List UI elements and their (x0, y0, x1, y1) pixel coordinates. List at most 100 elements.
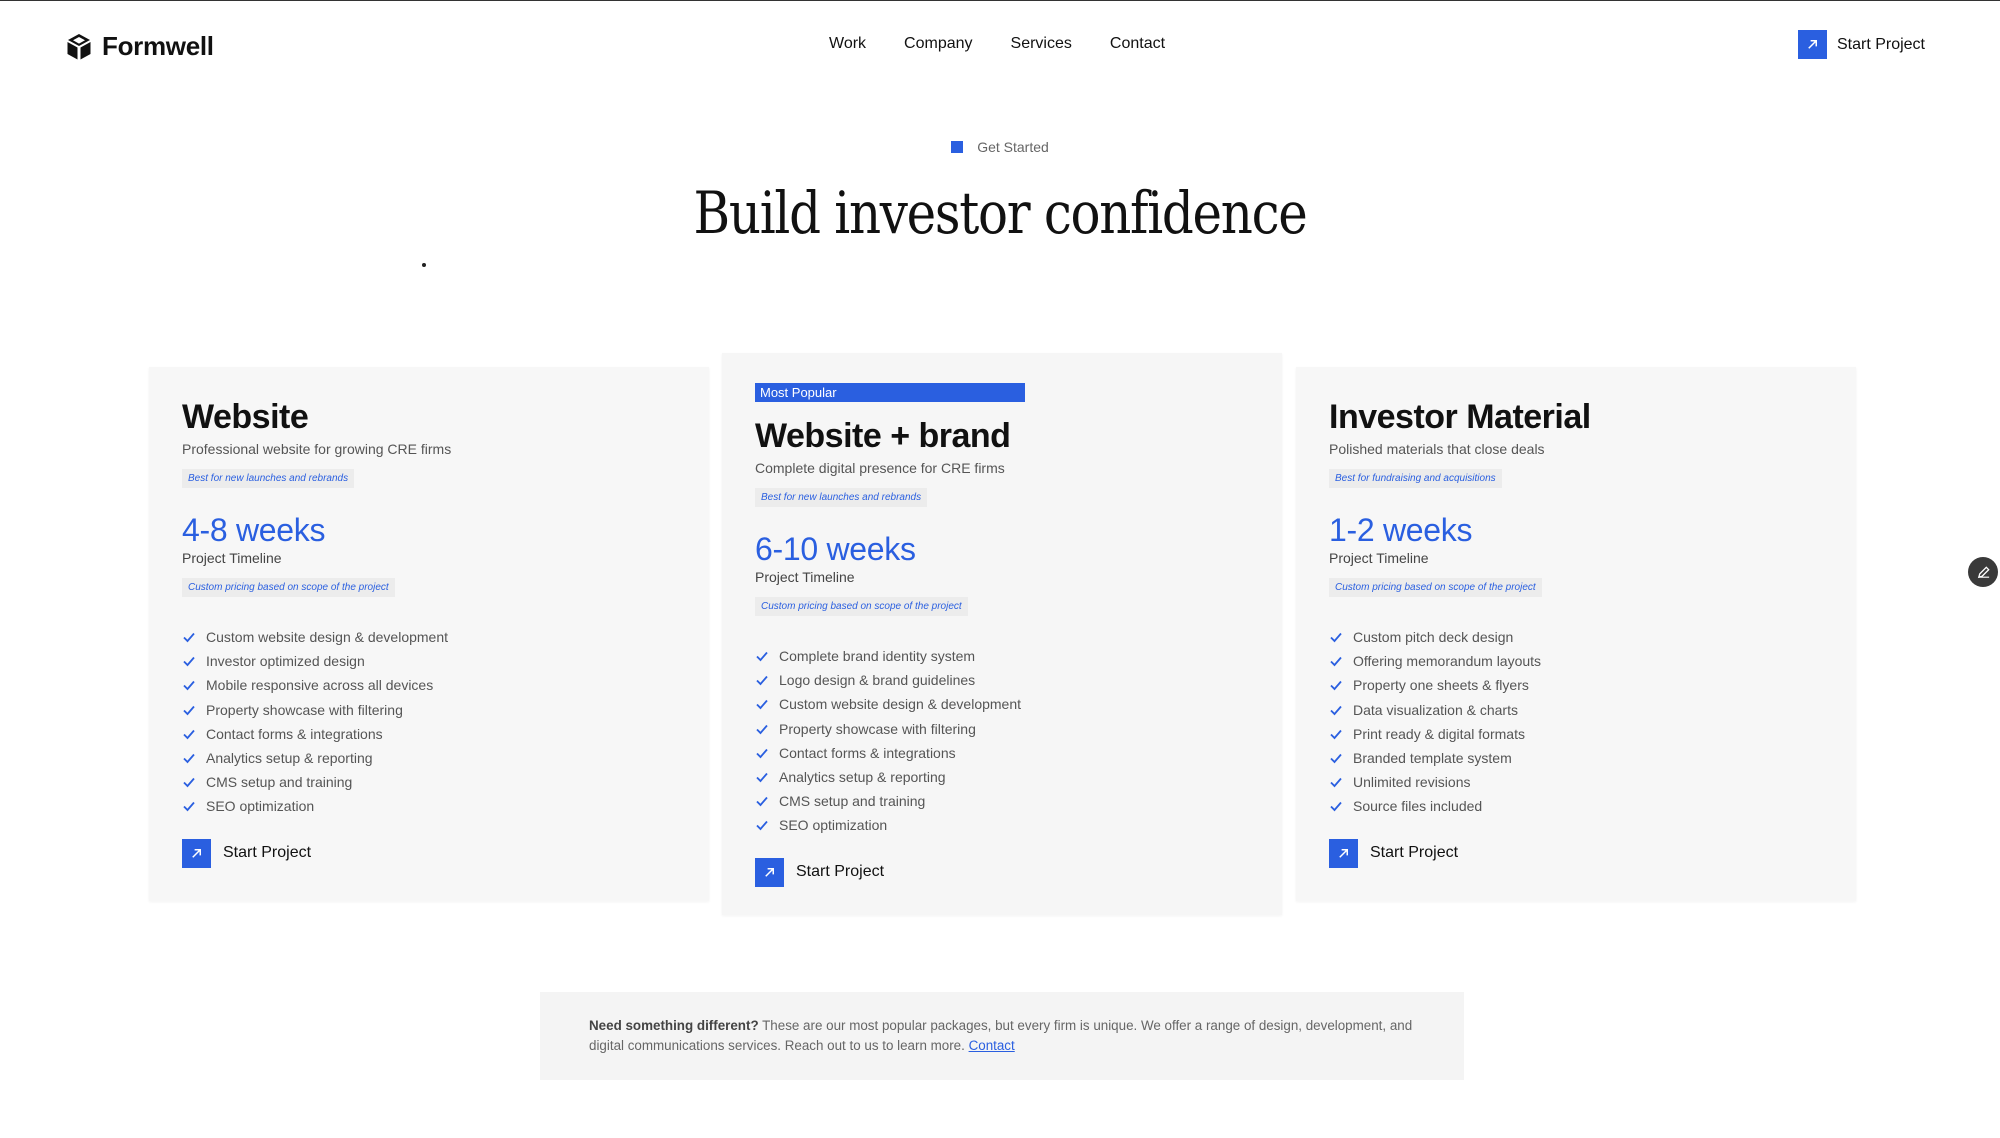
arrow-up-right-icon (1797, 30, 1827, 59)
feature-item: Property one sheets & flyers (1329, 673, 1826, 697)
feature-item: Custom website design & development (755, 692, 1252, 716)
feature-item: Custom pitch deck design (1329, 625, 1826, 649)
feature-label: Contact forms & integrations (206, 725, 383, 742)
feature-item: Data visualization & charts (1329, 698, 1826, 722)
feature-label: CMS setup and training (779, 793, 926, 810)
check-icon (183, 681, 195, 691)
feature-item: Analytics setup & reporting (182, 746, 679, 770)
check-icon (1330, 681, 1342, 691)
card-subtitle: Complete digital presence for CRE firms (755, 460, 1005, 476)
nav-item-contact[interactable]: Contact (1110, 35, 1165, 53)
card-title: Website + brand (755, 417, 1011, 455)
check-icon (183, 705, 195, 715)
feature-label: Data visualization & charts (1353, 701, 1518, 718)
feature-label: Offering memorandum layouts (1353, 653, 1542, 670)
arrow-up-right-icon (755, 857, 784, 887)
check-icon (183, 633, 195, 643)
feature-label: Contact forms & integrations (779, 744, 956, 761)
feature-list: Complete brand identity system Logo desi… (755, 644, 1252, 838)
feature-item: Offering memorandum layouts (1329, 649, 1826, 673)
feature-item: Unlimited revisions (1329, 770, 1826, 794)
nav-item-company[interactable]: Company (904, 35, 972, 53)
brand-name: Formwell (102, 31, 214, 61)
feature-item: CMS setup and training (755, 789, 1252, 813)
feature-item: Investor optimized design (182, 649, 679, 673)
check-icon (1330, 778, 1342, 788)
card-subtitle: Professional website for growing CRE fir… (182, 441, 452, 457)
feature-label: Custom website design & development (779, 696, 1022, 713)
check-icon (1330, 729, 1342, 740)
check-icon (1330, 705, 1342, 715)
feature-label: Property showcase with filtering (779, 720, 976, 737)
card-subtitle: Polished materials that close deals (1329, 441, 1545, 457)
card-timeline: 4-8 weeks (182, 512, 326, 548)
card-timeline: 6-10 weeks (755, 531, 916, 567)
nav-item-work[interactable]: Work (829, 35, 866, 53)
check-icon (1330, 802, 1342, 812)
check-icon (183, 657, 195, 667)
card-chip: Best for new launches and rebrands (182, 469, 355, 488)
check-icon (756, 724, 768, 734)
check-icon (1330, 753, 1342, 764)
note-contact-link[interactable]: Contact (969, 1038, 1015, 1053)
feature-label: Property showcase with filtering (206, 701, 403, 718)
pricing-card-website-brand: Most Popular Website + brand Complete di… (722, 353, 1282, 915)
start-project-label: Start Project (1370, 844, 1459, 861)
header-start-project-button[interactable]: Start Project (1797, 30, 1925, 59)
start-project-button[interactable]: Start Project (755, 857, 1252, 887)
card-timeline-label: Project Timeline (1329, 550, 1429, 566)
header-cta-label: Start Project (1836, 35, 1925, 53)
check-icon (756, 676, 768, 686)
feature-item: SEO optimization (755, 813, 1252, 837)
edit-floating-button[interactable] (1968, 557, 1998, 587)
eyebrow-text: Get Started (977, 139, 1049, 155)
feature-item: Print ready & digital formats (1329, 722, 1826, 746)
eyebrow-square-icon (951, 141, 964, 153)
card-timeline-label: Project Timeline (755, 569, 855, 585)
nav-item-services[interactable]: Services (1011, 35, 1072, 53)
feature-label: Custom pitch deck design (1353, 629, 1514, 646)
feature-label: Analytics setup & reporting (779, 769, 946, 786)
check-icon (183, 753, 195, 764)
brand-logo[interactable]: Formwell (66, 31, 214, 62)
card-pricing-note: Custom pricing based on scope of the pro… (755, 597, 968, 616)
feature-item: Complete brand identity system (755, 644, 1252, 668)
feature-label: Property one sheets & flyers (1353, 677, 1529, 694)
feature-item: Contact forms & integrations (755, 741, 1252, 765)
feature-label: Unlimited revisions (1353, 774, 1471, 791)
start-project-label: Start Project (223, 844, 312, 861)
cube-logo-icon (67, 33, 91, 59)
check-icon (756, 797, 768, 807)
card-pricing-note: Custom pricing based on scope of the pro… (1329, 578, 1542, 597)
feature-label: Print ready & digital formats (1353, 725, 1525, 742)
feature-label: CMS setup and training (206, 774, 353, 791)
card-timeline: 1-2 weeks (1329, 512, 1473, 548)
feature-label: Logo design & brand guidelines (779, 672, 976, 689)
feature-label: Complete brand identity system (779, 648, 976, 665)
start-project-label: Start Project (796, 863, 885, 880)
site-header: Formwell Work Company Services Contact S… (0, 1, 2000, 91)
check-icon (183, 778, 195, 788)
note-lead: Need something different? (589, 1018, 759, 1033)
feature-label: Analytics setup & reporting (206, 750, 373, 767)
pencil-icon (1977, 565, 1990, 578)
feature-label: Custom website design & development (206, 629, 449, 646)
feature-item: Property showcase with filtering (755, 717, 1252, 741)
feature-label: SEO optimization (206, 798, 315, 815)
start-project-button[interactable]: Start Project (182, 838, 679, 868)
feature-label: Mobile responsive across all devices (206, 677, 434, 694)
feature-item: Branded template system (1329, 746, 1826, 770)
stray-dot (422, 263, 426, 267)
feature-label: Branded template system (1353, 750, 1512, 767)
card-pricing-note: Custom pricing based on scope of the pro… (182, 578, 395, 597)
feature-item: SEO optimization (182, 794, 679, 818)
feature-label: Investor optimized design (206, 653, 365, 670)
check-icon (1330, 633, 1342, 643)
card-title: Investor Material (1329, 398, 1591, 436)
custom-request-note: Need something different? These are our … (540, 992, 1464, 1080)
start-project-button[interactable]: Start Project (1329, 838, 1826, 868)
feature-item: Source files included (1329, 794, 1826, 818)
feature-item: Property showcase with filtering (182, 698, 679, 722)
feature-list: Custom pitch deck design Offering memora… (1329, 625, 1826, 819)
feature-label: Source files included (1353, 798, 1483, 815)
